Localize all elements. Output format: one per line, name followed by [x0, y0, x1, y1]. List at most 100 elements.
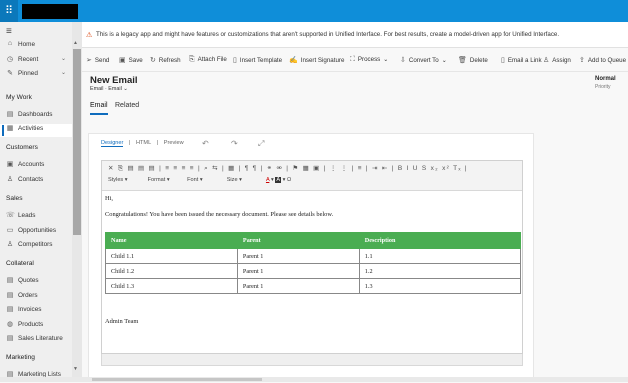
send-button[interactable]: ➢ Send: [86, 56, 109, 64]
sidebar-item-competitors[interactable]: ♙ Competitors: [0, 240, 72, 253]
queue-icon: ⇪: [579, 57, 585, 64]
sidebar-item-orders[interactable]: ▤ Orders: [0, 291, 72, 304]
text-color-button[interactable]: A: [266, 177, 269, 183]
chevron-down-icon: ⌄: [383, 56, 389, 63]
attach-file-button[interactable]: ⎘ Attach File: [189, 56, 227, 64]
banner-message: This is a legacy app and might have feat…: [96, 31, 560, 38]
refresh-icon: ↻: [150, 57, 156, 64]
table-cell: Parent 1: [236, 248, 360, 264]
sidebar-section-heading: My Work: [6, 93, 32, 101]
sidebar-item-label: Quotes: [18, 277, 39, 285]
sidebar-item-opportunities[interactable]: ▭ Opportunities: [0, 226, 72, 239]
convert-to-button[interactable]: ⇩ Convert To ⌄: [400, 56, 447, 64]
sidebar-scroll-thumb[interactable]: [73, 49, 81, 235]
table-cell: Parent 1: [236, 263, 360, 279]
expand-icon[interactable]: ⤢: [258, 139, 264, 149]
editor-mode-tabs: Designer | HTML | Preview: [101, 140, 188, 147]
table-cell: 1.3: [358, 278, 522, 294]
mode-designer[interactable]: Designer: [101, 140, 124, 147]
mode-separator: |: [156, 140, 159, 146]
pin-icon: ✎: [7, 70, 13, 77]
orders-icon: ▤: [6, 291, 14, 299]
hamburger-menu-icon[interactable]: ≡: [6, 26, 12, 37]
sidebar-item-label: Products: [18, 320, 44, 328]
sidebar-item-products[interactable]: ◍ Products: [0, 320, 72, 333]
sidebar-item-label: Activities: [18, 124, 44, 132]
signature-icon: ✍: [289, 57, 298, 64]
sidebar-item-label: Opportunities: [18, 226, 57, 234]
command-label: Delete: [469, 57, 488, 64]
sidebar-item-dashboards[interactable]: ▤ Dashboards: [0, 110, 72, 123]
dropdown-arrow-icon[interactable]: ▾: [283, 177, 286, 183]
tab-email[interactable]: Email: [90, 102, 108, 115]
opportunities-icon: ▭: [6, 226, 14, 234]
chevron-down-icon[interactable]: ⌄: [61, 69, 66, 76]
sidebar-item-accounts[interactable]: ▣ Accounts: [0, 160, 72, 173]
mode-separator: |: [128, 140, 131, 146]
dropdown-arrow-icon[interactable]: ▾: [271, 177, 274, 183]
sidebar-item-contacts[interactable]: ♙ Contacts: [0, 175, 72, 188]
redo-icon[interactable]: ↷: [231, 139, 238, 148]
sidebar-item-sales-literature[interactable]: ▤ Sales Literature: [0, 334, 72, 347]
sidebar-section-heading: Collateral: [6, 260, 34, 268]
format-dropdown[interactable]: Format ▾: [148, 177, 186, 183]
sidebar-item-invoices[interactable]: ▤ Invoices: [0, 305, 72, 318]
chevron-down-icon[interactable]: ⌄: [61, 55, 66, 62]
sidebar-item-label: Sales Literature: [18, 334, 63, 342]
email-intro: Congratulations! You have been issued th…: [105, 211, 334, 218]
save-button[interactable]: ▣ Save: [119, 56, 143, 64]
sidebar-item-label: Dashboards: [18, 110, 53, 118]
sidebar-item-label: Recent: [18, 55, 39, 63]
scroll-up-icon[interactable]: ▲: [73, 40, 78, 46]
refresh-button[interactable]: ↻ Refresh: [150, 56, 181, 64]
styles-dropdown[interactable]: Styles ▾: [108, 177, 146, 183]
sidebar-item-activities[interactable]: ▦ Activities: [0, 123, 72, 137]
horizontal-scroll-thumb[interactable]: [92, 378, 262, 381]
record-subtitle[interactable]: Email · Email ⌄: [90, 86, 128, 92]
scroll-down-icon[interactable]: ▼: [73, 366, 78, 372]
special-character-button[interactable]: Ω: [287, 177, 291, 183]
dashboard-icon: ▤: [6, 110, 14, 118]
form-selector-chevron-icon[interactable]: ⌄: [123, 86, 128, 92]
app-launcher-icon[interactable]: ⠿: [0, 0, 18, 22]
background-color-button[interactable]: A: [275, 177, 282, 183]
mode-html[interactable]: HTML: [136, 140, 151, 146]
mode-preview[interactable]: Preview: [164, 140, 184, 146]
font-dropdown[interactable]: Font ▾: [187, 177, 225, 183]
insert-template-button[interactable]: ▯ Insert Template: [233, 56, 282, 64]
sidebar-item-leads[interactable]: ☏ Leads: [0, 211, 72, 224]
email-a-link-button[interactable]: ▯ Email a Link: [501, 56, 542, 64]
assign-button[interactable]: ♙ Assign: [543, 56, 571, 64]
sidebar-item-recent[interactable]: ◷ Recent ⌄: [0, 55, 72, 68]
sidebar-item-quotes[interactable]: ▤ Quotes: [0, 276, 72, 289]
undo-icon[interactable]: ↶: [202, 139, 209, 148]
convert-icon: ⇩: [400, 57, 406, 64]
sidebar-section-heading: Sales: [6, 195, 23, 203]
clock-icon: ◷: [6, 55, 14, 63]
leads-icon: ☏: [6, 212, 15, 220]
add-to-queue-button[interactable]: ⇪ Add to Queue: [579, 56, 626, 64]
format-label: Format: [147, 177, 166, 183]
command-label: Assign: [552, 57, 571, 64]
process-button[interactable]: ⛶ Process ⌄: [350, 56, 388, 64]
command-bar: ➢ Send ▣ Save ↻ Refresh ⎘ Attach File ▯ Insert Te…: [82, 48, 628, 72]
email-signature: Admin Team: [105, 318, 139, 325]
sidebar-item-pinned[interactable]: ✎ Pinned ⌄: [0, 69, 72, 82]
formatting-buttons[interactable]: ✕ ⎘ ▤ ▤ ▤ | ≡ ≡ ≡ ≡ | ⌕ ⇆ | ▦ | ¶ ¶ | ⚭ …: [108, 164, 468, 173]
sidebar-item-label: Invoices: [18, 306, 42, 314]
template-icon: ▯: [233, 57, 237, 64]
delete-button[interactable]: 🗑 Delete: [458, 56, 488, 64]
table-header-cell: Name: [105, 232, 238, 249]
tab-related[interactable]: Related: [115, 102, 139, 109]
font-label: Font: [187, 177, 199, 183]
sidebar-item-label: Leads: [18, 212, 36, 220]
table-cell: Child 1.2: [105, 263, 238, 279]
size-dropdown[interactable]: Size ▾: [227, 177, 265, 183]
sidebar-item-home[interactable]: ⌂ Home: [0, 40, 72, 53]
legacy-app-banner: ⚠ This is a legacy app and might have fe…: [82, 22, 628, 48]
top-app-bar: [0, 0, 628, 22]
sidebar-item-label: Accounts: [18, 161, 45, 169]
rich-text-editor[interactable]: ✕ ⎘ ▤ ▤ ▤ | ≡ ≡ ≡ ≡ | ⌕ ⇆ | ▦ | ¶ ¶ | ⚭ …: [101, 160, 523, 354]
sidebar-item-label: Competitors: [18, 240, 53, 248]
insert-signature-button[interactable]: ✍ Insert Signature: [289, 56, 344, 64]
